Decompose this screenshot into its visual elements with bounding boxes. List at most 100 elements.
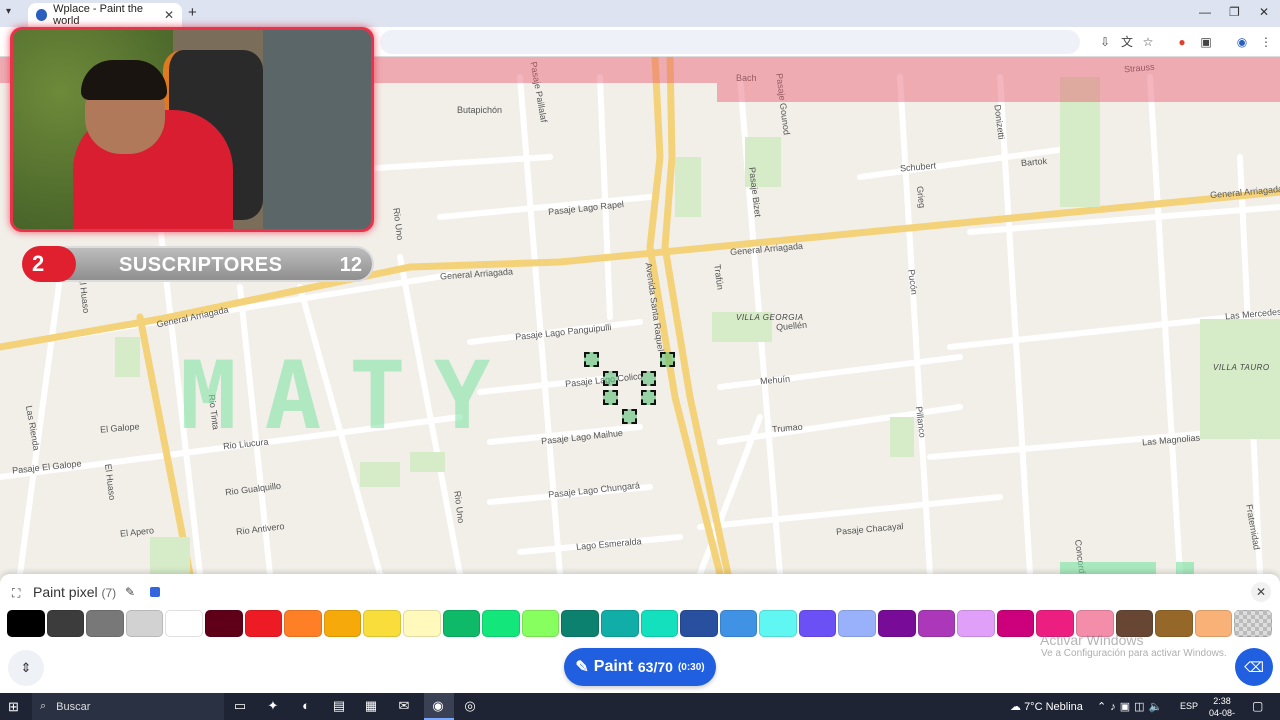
language-indicator[interactable]: ESP bbox=[1180, 701, 1198, 711]
paint-timer: (0:30) bbox=[677, 661, 705, 673]
new-tab-button[interactable]: + bbox=[188, 4, 197, 21]
obs-icon[interactable]: ◎ bbox=[462, 698, 478, 714]
brush-icon: ✎ bbox=[575, 659, 589, 676]
color-swatch[interactable] bbox=[86, 610, 124, 637]
notifications-icon[interactable]: ▢ bbox=[1252, 699, 1263, 713]
taskbar-search[interactable]: ⌕ Buscar bbox=[32, 693, 224, 720]
color-swatch[interactable] bbox=[7, 610, 45, 637]
system-tray-icons[interactable]: ⌃♪▣◫🔈 bbox=[1097, 700, 1166, 713]
streamer-hair bbox=[81, 60, 167, 100]
selected-pixel[interactable] bbox=[603, 390, 618, 405]
clock[interactable]: 2:38 04-08-2025 bbox=[1200, 695, 1244, 720]
task-view-icon[interactable]: ▭ bbox=[232, 698, 248, 714]
bookmark-star-icon[interactable]: ☆ bbox=[1141, 35, 1155, 49]
selected-pixel[interactable] bbox=[641, 371, 656, 386]
subscriber-goal-count: 12 bbox=[339, 254, 362, 276]
close-window-button[interactable]: ✕ bbox=[1259, 5, 1269, 19]
color-swatch[interactable] bbox=[1194, 610, 1233, 637]
tab-close-icon[interactable]: ✕ bbox=[164, 8, 174, 22]
tab-search-icon[interactable]: ▾ bbox=[6, 6, 11, 17]
painted-pixels-strip bbox=[1176, 562, 1194, 574]
paint-charges: 63/70 bbox=[637, 659, 673, 675]
color-swatch[interactable] bbox=[125, 610, 164, 637]
color-swatch[interactable] bbox=[482, 610, 520, 637]
close-panel-button[interactable]: ✕ bbox=[1251, 582, 1271, 602]
toggle-panel-button[interactable]: ⇕ bbox=[8, 650, 44, 686]
extension-flame-icon[interactable]: ● bbox=[1175, 35, 1189, 49]
screen: ▾ Wplace - Paint the world ✕ + — ❐ ✕ ⇩ ⽂… bbox=[0, 0, 1280, 720]
globe-icon bbox=[36, 9, 48, 21]
address-bar[interactable] bbox=[380, 30, 1080, 54]
expand-icon[interactable]: ⛶ bbox=[12, 586, 20, 601]
color-swatch[interactable] bbox=[284, 610, 322, 637]
windows-start-icon[interactable]: ⊞ bbox=[8, 699, 23, 714]
browser-tab[interactable]: Wplace - Paint the world ✕ bbox=[28, 3, 182, 27]
paint-panel: ⛶ Paint pixel (7) ✎ ✕ Activar Windows Ve… bbox=[0, 574, 1280, 693]
extensions-puzzle-icon[interactable]: ▣ bbox=[1199, 35, 1213, 49]
color-swatch[interactable] bbox=[759, 610, 797, 637]
color-swatch[interactable] bbox=[600, 610, 639, 637]
color-swatch[interactable] bbox=[798, 610, 837, 637]
chrome-icon: ◉ bbox=[432, 698, 444, 713]
color-swatch[interactable] bbox=[561, 610, 599, 637]
color-swatch[interactable] bbox=[204, 610, 243, 637]
browser-menu-icon[interactable]: ⋮ bbox=[1259, 35, 1273, 49]
paint-button[interactable]: ✎ Paint 63/70 (0:30) bbox=[564, 648, 716, 686]
color-swatch[interactable] bbox=[1155, 610, 1193, 637]
edge-icon[interactable]: ◐ bbox=[298, 698, 314, 714]
selected-pixel[interactable] bbox=[660, 352, 675, 367]
store-icon[interactable]: ▦ bbox=[363, 698, 379, 714]
profile-avatar[interactable]: ◉ bbox=[1235, 35, 1249, 49]
selected-pixel[interactable] bbox=[603, 371, 618, 386]
tab-title: Wplace - Paint the world bbox=[53, 3, 144, 27]
color-swatch[interactable] bbox=[165, 610, 203, 637]
paint-button-label: Paint bbox=[593, 658, 633, 675]
minimize-button[interactable]: — bbox=[1199, 5, 1211, 19]
subscriber-goal-widget: 2 SUSCRIPTORES 12 bbox=[22, 246, 374, 282]
outlook-icon[interactable]: ✉ bbox=[396, 698, 412, 714]
selected-pixel[interactable] bbox=[622, 409, 637, 424]
color-swatch[interactable] bbox=[442, 610, 481, 637]
color-swatch[interactable] bbox=[878, 610, 916, 637]
file-explorer-icon[interactable]: ▤ bbox=[331, 698, 347, 714]
color-swatch[interactable] bbox=[719, 610, 758, 637]
color-swatch[interactable] bbox=[521, 610, 560, 637]
browser-tab-bar: ▾ Wplace - Paint the world ✕ + — ❐ ✕ bbox=[0, 0, 1280, 27]
color-swatch[interactable] bbox=[402, 610, 441, 637]
color-swatch[interactable] bbox=[323, 610, 362, 637]
clock-date: 04-08-2025 bbox=[1208, 708, 1235, 718]
subscriber-goal-value: 2 bbox=[22, 246, 76, 282]
weather-text: 7°C Neblina bbox=[1024, 701, 1083, 713]
webcam-background bbox=[263, 30, 371, 229]
painted-pixels-strip bbox=[1060, 562, 1156, 574]
eraser-button[interactable]: ⌫ bbox=[1235, 648, 1273, 686]
maximize-button[interactable]: ❐ bbox=[1229, 5, 1240, 19]
area-label: VILLA GEORGIA bbox=[736, 313, 804, 322]
selected-pixel[interactable] bbox=[641, 390, 656, 405]
windows-watermark: Activar Windows bbox=[1040, 632, 1144, 648]
install-app-icon[interactable]: ⇩ bbox=[1098, 35, 1112, 49]
color-swatch[interactable] bbox=[640, 610, 679, 637]
paint-panel-title-text: Paint pixel bbox=[33, 584, 98, 600]
color-swatch[interactable] bbox=[996, 610, 1035, 637]
color-swatch[interactable] bbox=[838, 610, 877, 637]
color-swatch[interactable] bbox=[957, 610, 995, 637]
color-swatch[interactable] bbox=[680, 610, 718, 637]
translate-icon[interactable]: ⽂ bbox=[1120, 35, 1134, 49]
selected-pixel[interactable] bbox=[584, 352, 599, 367]
webcam-overlay bbox=[10, 27, 374, 232]
paint-panel-count: (7) bbox=[101, 586, 117, 600]
color-swatch[interactable] bbox=[917, 610, 956, 637]
color-swatch[interactable] bbox=[244, 610, 283, 637]
windows-taskbar: ⊞ ⌕ Buscar ▭ ✦ ◐ ▤ ▦ ✉ ◉ ◎ ☁ 7°C Neblina… bbox=[0, 693, 1280, 720]
weather-widget[interactable]: ☁ 7°C Neblina bbox=[1010, 700, 1083, 713]
picker-icon[interactable] bbox=[150, 587, 160, 597]
color-swatch[interactable] bbox=[46, 610, 85, 637]
copilot-icon[interactable]: ✦ bbox=[265, 698, 281, 714]
windows-watermark-subtext: Ve a Configuración para activar Windows. bbox=[1041, 648, 1227, 659]
color-swatch[interactable] bbox=[363, 610, 401, 637]
color-swatch[interactable] bbox=[1234, 610, 1272, 637]
pencil-icon[interactable]: ✎ bbox=[125, 585, 135, 599]
pixel-art-text: MATY bbox=[180, 342, 519, 451]
street-label: Butapichón bbox=[457, 105, 503, 115]
